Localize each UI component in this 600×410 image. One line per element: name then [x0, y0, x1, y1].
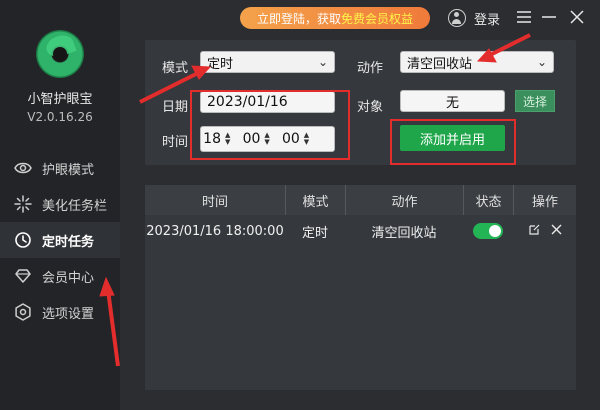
annotation-arrows: [99, 33, 531, 367]
